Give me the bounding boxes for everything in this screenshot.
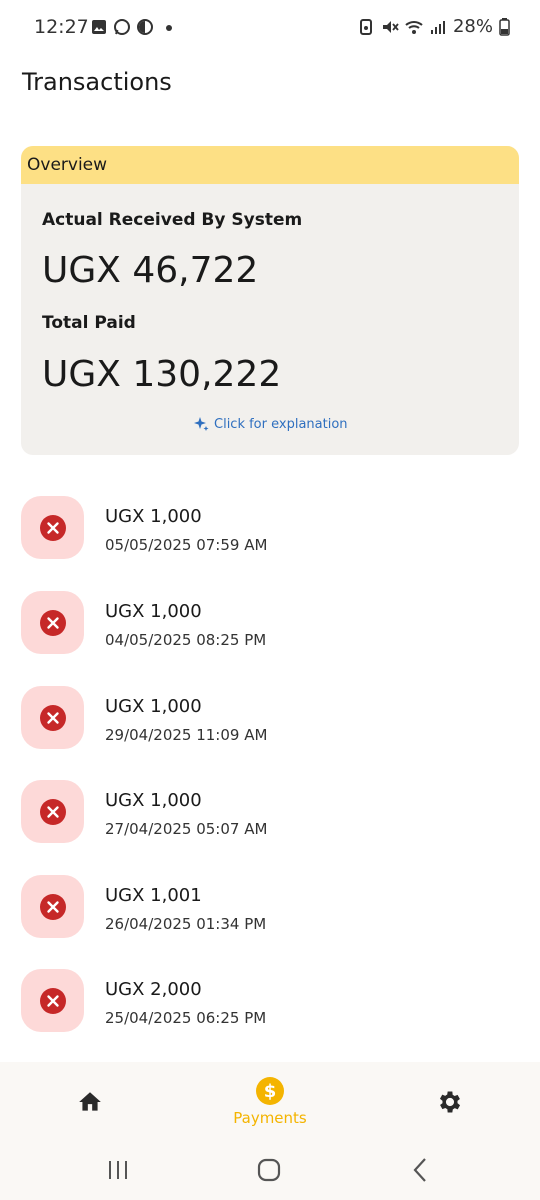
- more-notifications-dot-icon: [166, 25, 172, 31]
- failed-x-icon: [39, 893, 66, 920]
- sparkle-icon: [194, 417, 209, 431]
- nav-settings[interactable]: [420, 1062, 480, 1142]
- transaction-date: 04/05/2025 08:25 PM: [105, 631, 267, 649]
- battery-percent: 28%: [452, 16, 493, 37]
- transaction-amount: UGX 1,000: [105, 790, 202, 811]
- transaction-date: 27/04/2025 05:07 AM: [105, 820, 268, 838]
- total-paid-value: UGX 130,222: [42, 354, 282, 395]
- status-time: 12:27: [34, 16, 89, 38]
- page-title: Transactions: [22, 68, 172, 96]
- overview-card: Overview Actual Received By System UGX 4…: [21, 146, 519, 455]
- status-right: 28%: [357, 16, 510, 37]
- wifi-icon: [405, 20, 423, 34]
- received-value: UGX 46,722: [42, 250, 259, 291]
- nav-payments-label: Payments: [233, 1109, 307, 1127]
- transaction-amount: UGX 1,000: [105, 696, 202, 717]
- moon-notification-icon: [137, 19, 153, 35]
- failed-x-icon: [39, 514, 66, 541]
- bottom-nav: $ Payments: [0, 1062, 540, 1142]
- transaction-row[interactable]: UGX 1,000 04/05/2025 08:25 PM: [0, 591, 540, 655]
- recent-apps-icon[interactable]: [104, 1156, 132, 1184]
- status-icon-wrap: [21, 496, 84, 559]
- failed-x-icon: [39, 609, 66, 636]
- failed-x-icon: [39, 798, 66, 825]
- status-bar: 12:27 28%: [0, 0, 540, 56]
- transaction-date: 29/04/2025 11:09 AM: [105, 726, 268, 744]
- transaction-date: 05/05/2025 07:59 AM: [105, 536, 268, 554]
- back-icon[interactable]: [406, 1156, 434, 1184]
- battery-icon: [499, 17, 510, 36]
- dollar-coin-icon: $: [256, 1077, 284, 1105]
- signal-icon: [430, 20, 445, 34]
- transaction-amount: UGX 1,001: [105, 885, 202, 906]
- overview-header: Overview: [21, 146, 519, 184]
- nav-payments[interactable]: $ Payments: [220, 1062, 320, 1142]
- received-label: Actual Received By System: [42, 210, 303, 230]
- status-icon-wrap: [21, 591, 84, 654]
- home-icon: [79, 1092, 101, 1111]
- status-icon-wrap: [21, 780, 84, 843]
- whatsapp-notification-icon: [114, 19, 130, 35]
- transaction-row[interactable]: UGX 1,001 26/04/2025 01:34 PM: [0, 875, 540, 939]
- transaction-row[interactable]: UGX 1,000 05/05/2025 07:59 AM: [0, 496, 540, 560]
- status-icon-wrap: [21, 686, 84, 749]
- notification-icons: [90, 18, 173, 36]
- mute-icon: [382, 20, 399, 33]
- total-paid-label: Total Paid: [42, 313, 136, 333]
- status-icon-wrap: [21, 969, 84, 1032]
- gallery-notification-icon: [92, 20, 106, 34]
- transaction-row[interactable]: UGX 1,000 29/04/2025 11:09 AM: [0, 686, 540, 750]
- svg-text:$: $: [264, 1081, 277, 1102]
- transaction-row[interactable]: UGX 1,000 27/04/2025 05:07 AM: [0, 780, 540, 844]
- failed-x-icon: [39, 704, 66, 731]
- transaction-row[interactable]: UGX 2,000 25/04/2025 06:25 PM: [0, 969, 540, 1033]
- transaction-date: 25/04/2025 06:25 PM: [105, 1009, 267, 1027]
- explanation-link[interactable]: Click for explanation: [193, 416, 348, 432]
- gear-icon: [439, 1091, 461, 1113]
- transaction-amount: UGX 2,000: [105, 979, 202, 1000]
- status-icon-wrap: [21, 875, 84, 938]
- transaction-date: 26/04/2025 01:34 PM: [105, 915, 267, 933]
- data-saver-icon: [359, 18, 372, 35]
- explanation-link-label: Click for explanation: [214, 416, 348, 432]
- failed-x-icon: [39, 987, 66, 1014]
- nav-home[interactable]: [60, 1062, 120, 1142]
- transaction-amount: UGX 1,000: [105, 601, 202, 622]
- home-circle-icon[interactable]: [255, 1156, 283, 1184]
- system-nav-bar: [0, 1142, 540, 1200]
- transaction-amount: UGX 1,000: [105, 506, 202, 527]
